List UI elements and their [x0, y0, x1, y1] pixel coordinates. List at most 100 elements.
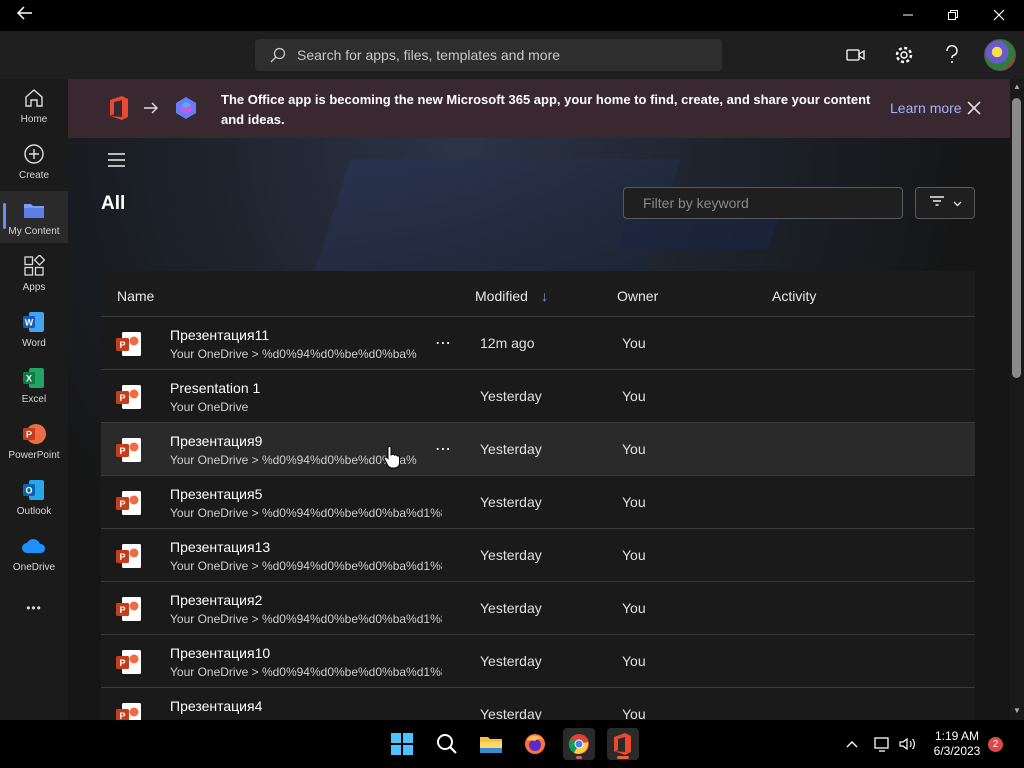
restore-icon[interactable]: [938, 4, 968, 26]
table-row[interactable]: P Презентация11 Your OneDrive > %d0%94%d…: [101, 317, 975, 370]
rail-item-excel[interactable]: X Excel: [0, 359, 68, 411]
filter-sort-button[interactable]: [915, 187, 975, 219]
network-icon[interactable]: [873, 734, 893, 754]
more-options-icon[interactable]: ⋯: [435, 333, 452, 353]
file-path: Your OneDrive > %d0%94%d0%be%d0%ba%d1%8: [170, 612, 442, 626]
file-path: Your OneDrive > %d0%94%d0%be%d0%ba%d1%8: [170, 506, 442, 520]
windows-start-icon[interactable]: [386, 728, 418, 760]
filter-keyword-field[interactable]: [623, 187, 903, 219]
modified-date: Yesterday: [480, 600, 542, 616]
powerpoint-file-icon: P: [115, 542, 143, 570]
file-name[interactable]: Presentation 1: [170, 380, 260, 396]
owner: You: [622, 706, 646, 720]
clock[interactable]: 1:19 AM 6/3/2023: [922, 729, 992, 759]
column-header-name[interactable]: Name: [117, 288, 154, 304]
file-name[interactable]: Презентация4: [170, 698, 262, 714]
close-icon[interactable]: [984, 4, 1014, 26]
banner-message: The Office app is becoming the new Micro…: [221, 92, 871, 127]
excel-icon: X: [21, 365, 47, 391]
scroll-up-arrow-icon[interactable]: ▲: [1011, 82, 1023, 92]
add-circle-icon: [21, 141, 47, 167]
modified-date: 12m ago: [480, 335, 535, 351]
rail-item-outlook[interactable]: O Outlook: [0, 471, 68, 523]
table-row[interactable]: P Презентация2 Your OneDrive > %d0%94%d0…: [101, 582, 975, 635]
svg-text:P: P: [119, 605, 125, 615]
table-row[interactable]: P Презентация4 Yesterday You: [101, 688, 975, 720]
page-title: All: [101, 193, 126, 214]
volume-icon[interactable]: [897, 734, 917, 754]
rail-label: Create: [18, 170, 49, 181]
firefox-icon[interactable]: [519, 728, 551, 760]
search-placeholder: Search for apps, files, templates and mo…: [297, 47, 561, 63]
banner-close-icon[interactable]: [966, 100, 982, 116]
back-arrow-icon[interactable]: [14, 2, 36, 24]
outlook-icon: O: [21, 477, 47, 503]
svg-text:P: P: [119, 552, 125, 562]
owner: You: [622, 441, 646, 457]
rail-item-my-content[interactable]: My Content: [0, 191, 68, 243]
table-header: Name Modified ↓ Owner Activity: [101, 271, 975, 317]
rail-more-button[interactable]: •••: [0, 591, 68, 625]
column-header-owner[interactable]: Owner: [617, 288, 658, 304]
svg-text:P: P: [119, 658, 125, 668]
svg-text:W: W: [25, 318, 34, 328]
rail-label: Apps: [22, 282, 46, 293]
microsoft-365-logo-icon: [174, 96, 198, 125]
notification-badge[interactable]: 2: [988, 737, 1003, 752]
hand-cursor-icon: [383, 445, 401, 469]
table-row[interactable]: P Презентация10 Your OneDrive > %d0%94%d…: [101, 635, 975, 688]
file-name[interactable]: Презентация10: [170, 645, 270, 661]
file-name[interactable]: Презентация11: [170, 327, 269, 343]
office-app-icon[interactable]: [607, 728, 639, 760]
clock-time: 1:19 AM: [934, 729, 980, 743]
taskbar-search-icon[interactable]: [431, 728, 463, 760]
camera-icon[interactable]: [844, 43, 868, 67]
hamburger-menu-icon[interactable]: [108, 153, 126, 167]
rail-item-apps[interactable]: Apps: [0, 247, 68, 299]
files-table: Name Modified ↓ Owner Activity P Презент…: [101, 271, 975, 720]
scrollbar-thumb[interactable]: [1012, 98, 1021, 378]
avatar[interactable]: [984, 39, 1016, 71]
chevron-up-icon[interactable]: [842, 734, 862, 754]
learn-more-link[interactable]: Learn more: [890, 100, 962, 116]
taskbar: 1:19 AM 6/3/2023 2: [0, 720, 1024, 768]
table-row[interactable]: P Презентация9 Your OneDrive > %d0%94%d0…: [101, 423, 975, 476]
modified-date: Yesterday: [480, 494, 542, 510]
table-row[interactable]: P Презентация13 Your OneDrive > %d0%94%d…: [101, 529, 975, 582]
rail-item-word[interactable]: W Word: [0, 303, 68, 355]
table-row[interactable]: P Presentation 1 Your OneDrive Yesterday…: [101, 370, 975, 423]
powerpoint-icon: P: [21, 421, 47, 447]
search-box[interactable]: Search for apps, files, templates and mo…: [255, 39, 722, 71]
table-row[interactable]: P Презентация5 Your OneDrive > %d0%94%d0…: [101, 476, 975, 529]
rail-item-onedrive[interactable]: OneDrive: [0, 527, 68, 579]
svg-text:P: P: [26, 430, 32, 440]
file-name[interactable]: Презентация9: [170, 433, 262, 449]
modified-date: Yesterday: [480, 706, 542, 720]
onedrive-cloud-icon: [21, 533, 47, 559]
column-header-activity[interactable]: Activity: [772, 288, 816, 304]
file-path: Your OneDrive: [170, 400, 249, 414]
minimize-icon[interactable]: [893, 4, 923, 26]
arrow-right-icon: [142, 99, 160, 122]
file-name[interactable]: Презентация2: [170, 592, 262, 608]
svg-text:P: P: [119, 340, 125, 350]
filter-keyword-input[interactable]: [624, 188, 902, 218]
scroll-down-arrow-icon[interactable]: ▼: [1011, 706, 1023, 716]
rail-item-powerpoint[interactable]: P PowerPoint: [0, 415, 68, 467]
column-header-modified[interactable]: Modified: [475, 288, 528, 304]
file-name[interactable]: Презентация5: [170, 486, 262, 502]
powerpoint-file-icon: P: [115, 330, 143, 358]
help-icon[interactable]: [940, 43, 964, 67]
powerpoint-file-icon: P: [115, 436, 143, 464]
file-name[interactable]: Презентация13: [170, 539, 270, 555]
file-explorer-icon[interactable]: [475, 728, 507, 760]
more-options-icon[interactable]: ⋯: [435, 439, 452, 459]
powerpoint-file-icon: P: [115, 595, 143, 623]
rail-item-create[interactable]: Create: [0, 135, 68, 187]
rail-item-home[interactable]: Home: [0, 79, 68, 131]
powerpoint-file-icon: P: [115, 489, 143, 517]
rail-label: Home: [20, 114, 48, 125]
chrome-icon[interactable]: [563, 728, 595, 760]
svg-text:P: P: [119, 499, 125, 509]
gear-icon[interactable]: [892, 43, 916, 67]
